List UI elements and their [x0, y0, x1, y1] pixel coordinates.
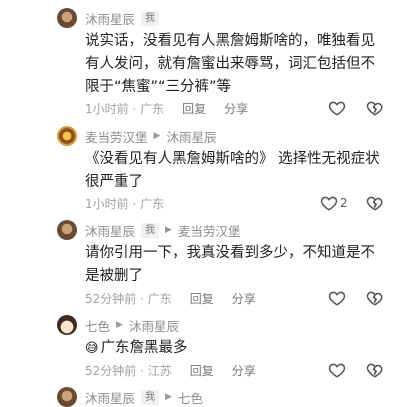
reply-to-name[interactable]: 沐雨星辰: [166, 127, 216, 146]
reply-arrow-icon: ▶: [116, 320, 123, 330]
avatar[interactable]: [57, 387, 77, 407]
comment-time: 1小时前: [85, 102, 129, 116]
avatar[interactable]: [57, 126, 77, 146]
author-name[interactable]: 沐雨星辰: [85, 9, 135, 28]
comment-location: 江苏: [147, 364, 172, 378]
comment-time: 52分钟前: [85, 364, 137, 378]
avatar[interactable]: [57, 8, 77, 28]
comment-meta: 1小时前 · 广东: [85, 197, 165, 211]
comment-time: 52分钟前: [85, 292, 137, 306]
reply-arrow-icon: ▶: [165, 225, 172, 235]
reply-to-name[interactable]: 麦当劳汉堡: [178, 221, 241, 240]
comment-meta: 52分钟前 · 广东 回复 分享: [85, 290, 256, 307]
heart-icon[interactable]: [320, 194, 338, 212]
share-button[interactable]: 分享: [224, 100, 248, 117]
self-badge: 我: [141, 10, 160, 26]
comment-header: 沐雨星辰 我 ▶ 麦当劳汉堡: [85, 220, 240, 240]
reply-arrow-icon: ▶: [153, 131, 161, 141]
comment-location: 广东: [140, 102, 165, 116]
avatar[interactable]: [57, 220, 77, 240]
comment-meta: 52分钟前 · 江苏 回复 分享: [85, 362, 256, 379]
comment-location: 广东: [140, 197, 165, 211]
reply-button[interactable]: 回复: [182, 100, 206, 117]
reply-arrow-icon: ▶: [165, 392, 172, 402]
author-name[interactable]: 沐雨星辰: [85, 388, 135, 407]
self-badge: 我: [141, 389, 160, 405]
like-count: 2: [340, 196, 348, 210]
comment-text[interactable]: 😅 广东詹黑最多: [85, 337, 385, 360]
reply-button[interactable]: 回复: [190, 362, 214, 379]
comment-header: 沐雨星辰 我: [85, 8, 160, 28]
heart-icon[interactable]: [328, 99, 346, 117]
share-button[interactable]: 分享: [232, 362, 256, 379]
author-name[interactable]: 沐雨星辰: [85, 221, 135, 240]
broken-heart-icon[interactable]: [366, 289, 384, 307]
comment-location: 广东: [147, 292, 172, 306]
broken-heart-icon[interactable]: [366, 361, 384, 379]
avatar[interactable]: [57, 315, 77, 335]
comment-header: 沐雨星辰 我 ▶ 七色: [85, 387, 203, 407]
comment-text[interactable]: 请你引用一下，我真没看到多少，不知道是不是被删了: [85, 242, 385, 288]
grinning-sweat-emoji: 😅: [85, 341, 99, 356]
reply-button[interactable]: 回复: [190, 290, 214, 307]
comment-text[interactable]: 《没看见有人黑詹姆斯啥的》 选择性无视症状很严重了: [85, 148, 385, 194]
broken-heart-icon[interactable]: [366, 194, 384, 212]
comment-meta: 1小时前 · 广东 回复 分享: [85, 100, 249, 117]
author-name[interactable]: 七色: [85, 316, 110, 335]
heart-icon[interactable]: [328, 361, 346, 379]
comment-header: 麦当劳汉堡 ▶ 沐雨星辰: [85, 126, 216, 146]
share-button[interactable]: 分享: [232, 290, 256, 307]
self-badge: 我: [141, 222, 160, 238]
comment-time: 1小时前: [85, 197, 129, 211]
author-name[interactable]: 麦当劳汉堡: [85, 127, 148, 146]
comment-text[interactable]: 说实话，没看见有人黑詹姆斯啥的，唯独看见有人发问，就有詹蜜出来辱骂，词汇包括但不…: [85, 30, 385, 99]
heart-icon[interactable]: [328, 289, 346, 307]
comment-header: 七色 ▶ 沐雨星辰: [85, 315, 179, 335]
reply-to-name[interactable]: 沐雨星辰: [129, 316, 179, 335]
reply-to-name[interactable]: 七色: [178, 388, 203, 407]
broken-heart-icon[interactable]: [366, 99, 384, 117]
